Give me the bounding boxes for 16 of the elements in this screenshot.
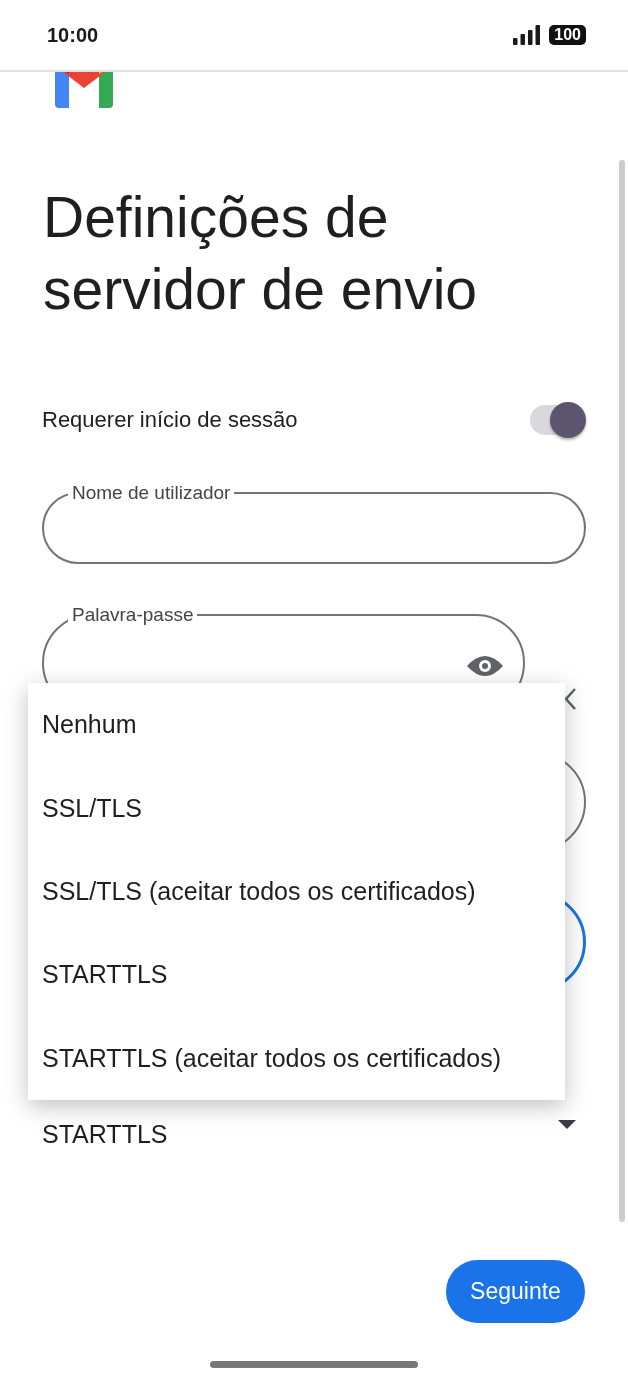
caret-icon <box>558 1119 576 1129</box>
menu-option[interactable]: STARTTLS <box>28 933 565 1017</box>
chevron-left-icon[interactable] <box>563 687 577 711</box>
setting-label: Requerer início de sessão <box>42 407 298 433</box>
battery-level: 100 <box>549 25 586 45</box>
mail-logo-icon <box>55 72 113 108</box>
security-dropdown[interactable]: STARTTLS <box>42 1110 586 1158</box>
toggle-switch[interactable] <box>528 402 586 438</box>
menu-option[interactable]: SSL/TLS <box>28 766 565 850</box>
next-button[interactable]: Seguinte <box>446 1260 585 1323</box>
menu-option[interactable]: SSL/TLS (aceitar todos os certificados) <box>28 849 565 934</box>
clock: 10:00 <box>47 23 99 47</box>
eye-icon[interactable] <box>467 654 503 678</box>
signal-icon <box>513 25 542 45</box>
page-title: Definições de servidor de envio <box>43 184 479 323</box>
menu-option[interactable]: STARTTLS (aceitar todos os certificados) <box>28 1016 565 1100</box>
